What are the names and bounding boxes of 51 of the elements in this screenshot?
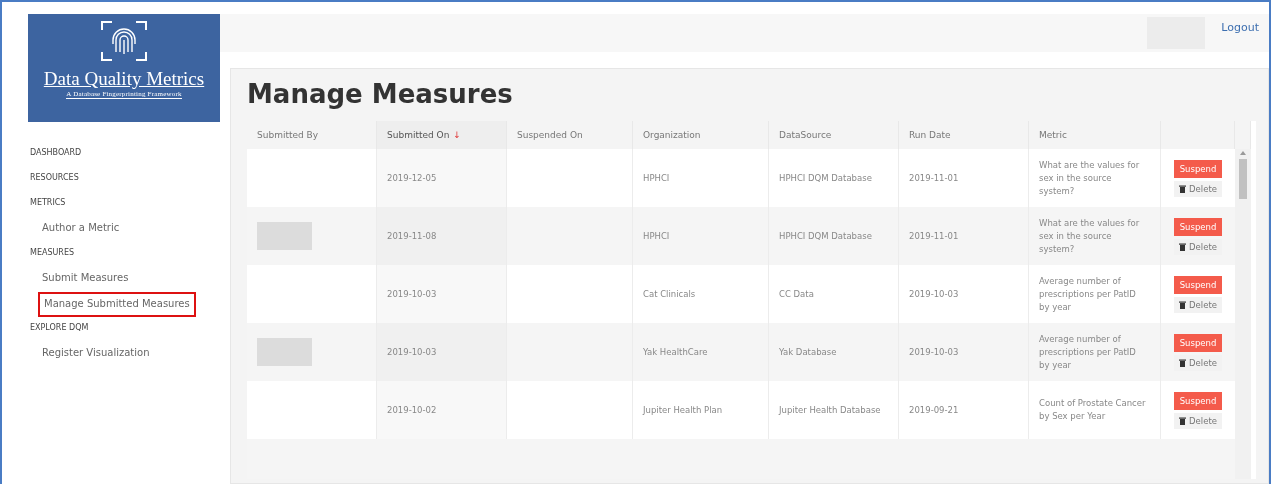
column-header[interactable]: Run Date — [899, 121, 1029, 149]
scrollbar-thumb[interactable] — [1239, 159, 1247, 199]
nav-link[interactable]: Register Visualization — [42, 342, 150, 367]
suspend-button[interactable]: Suspend — [1173, 275, 1223, 294]
redacted-block — [257, 338, 312, 366]
trash-icon — [1179, 300, 1187, 309]
nav-section-heading[interactable]: MEASURES — [30, 242, 75, 267]
suspend-button[interactable]: Suspend — [1173, 391, 1223, 410]
redacted-block — [257, 222, 312, 250]
table-cell: 2019-11-01 — [899, 207, 1029, 265]
column-header[interactable]: DataSource — [769, 121, 899, 149]
nav-link[interactable]: Submit Measures — [42, 267, 129, 292]
scroll-up-icon[interactable] — [1240, 151, 1246, 155]
table-cell: What are the values for sex in the source system? — [1029, 207, 1161, 265]
table-cell: HPHCI DQM Database — [769, 207, 899, 265]
column-header[interactable]: Metric — [1029, 121, 1161, 149]
logout-link[interactable]: Logout — [1221, 20, 1259, 34]
column-header[interactable]: Submitted On ↓ — [377, 121, 507, 149]
column-header[interactable]: Organization — [633, 121, 769, 149]
logo-title: Data Quality Metrics — [43, 68, 205, 90]
nav-section-heading[interactable]: EXPLORE DQM — [30, 317, 89, 342]
table-cell: 2019-10-03 — [377, 323, 507, 381]
suspend-button[interactable]: Suspend — [1173, 333, 1223, 352]
trash-icon — [1179, 184, 1187, 193]
nav-link[interactable]: Manage Submitted Measures — [38, 292, 196, 317]
trash-icon — [1179, 358, 1187, 367]
table-cell: HPHCI — [633, 207, 769, 265]
delete-button[interactable]: Delete — [1174, 296, 1222, 313]
column-header[interactable]: Submitted By — [247, 121, 377, 149]
suspend-button[interactable]: Suspend — [1173, 159, 1223, 178]
fingerprint-icon — [100, 18, 148, 64]
nav-section-heading[interactable]: METRICS — [30, 192, 66, 217]
page-title: Manage Measures — [247, 79, 514, 109]
trash-icon — [1179, 242, 1187, 251]
table-cell: 2019-12-05 — [377, 149, 507, 207]
column-header[interactable]: Suspended On — [507, 121, 633, 149]
nav-link[interactable]: Author a Metric — [42, 217, 120, 242]
table-cell: 2019-10-02 — [377, 381, 507, 439]
sort-icon: ↓ — [453, 130, 461, 140]
table-cell: 2019-10-03 — [377, 265, 507, 323]
table-cell: 2019-10-03 — [899, 323, 1029, 381]
nav-section-heading[interactable]: DASHBOARD — [30, 142, 82, 167]
table-cell: Yak HealthCare — [633, 323, 769, 381]
delete-button[interactable]: Delete — [1174, 412, 1222, 429]
nav-section-heading[interactable]: RESOURCES — [30, 167, 79, 192]
table-cell: Average number of prescriptions per PatID by year — [1029, 323, 1161, 381]
table-cell: 2019-11-08 — [377, 207, 507, 265]
table-cell: Yak Database — [769, 323, 899, 381]
trash-icon — [1179, 416, 1187, 425]
suspend-button[interactable]: Suspend — [1173, 217, 1223, 236]
delete-button[interactable]: Delete — [1174, 180, 1222, 197]
